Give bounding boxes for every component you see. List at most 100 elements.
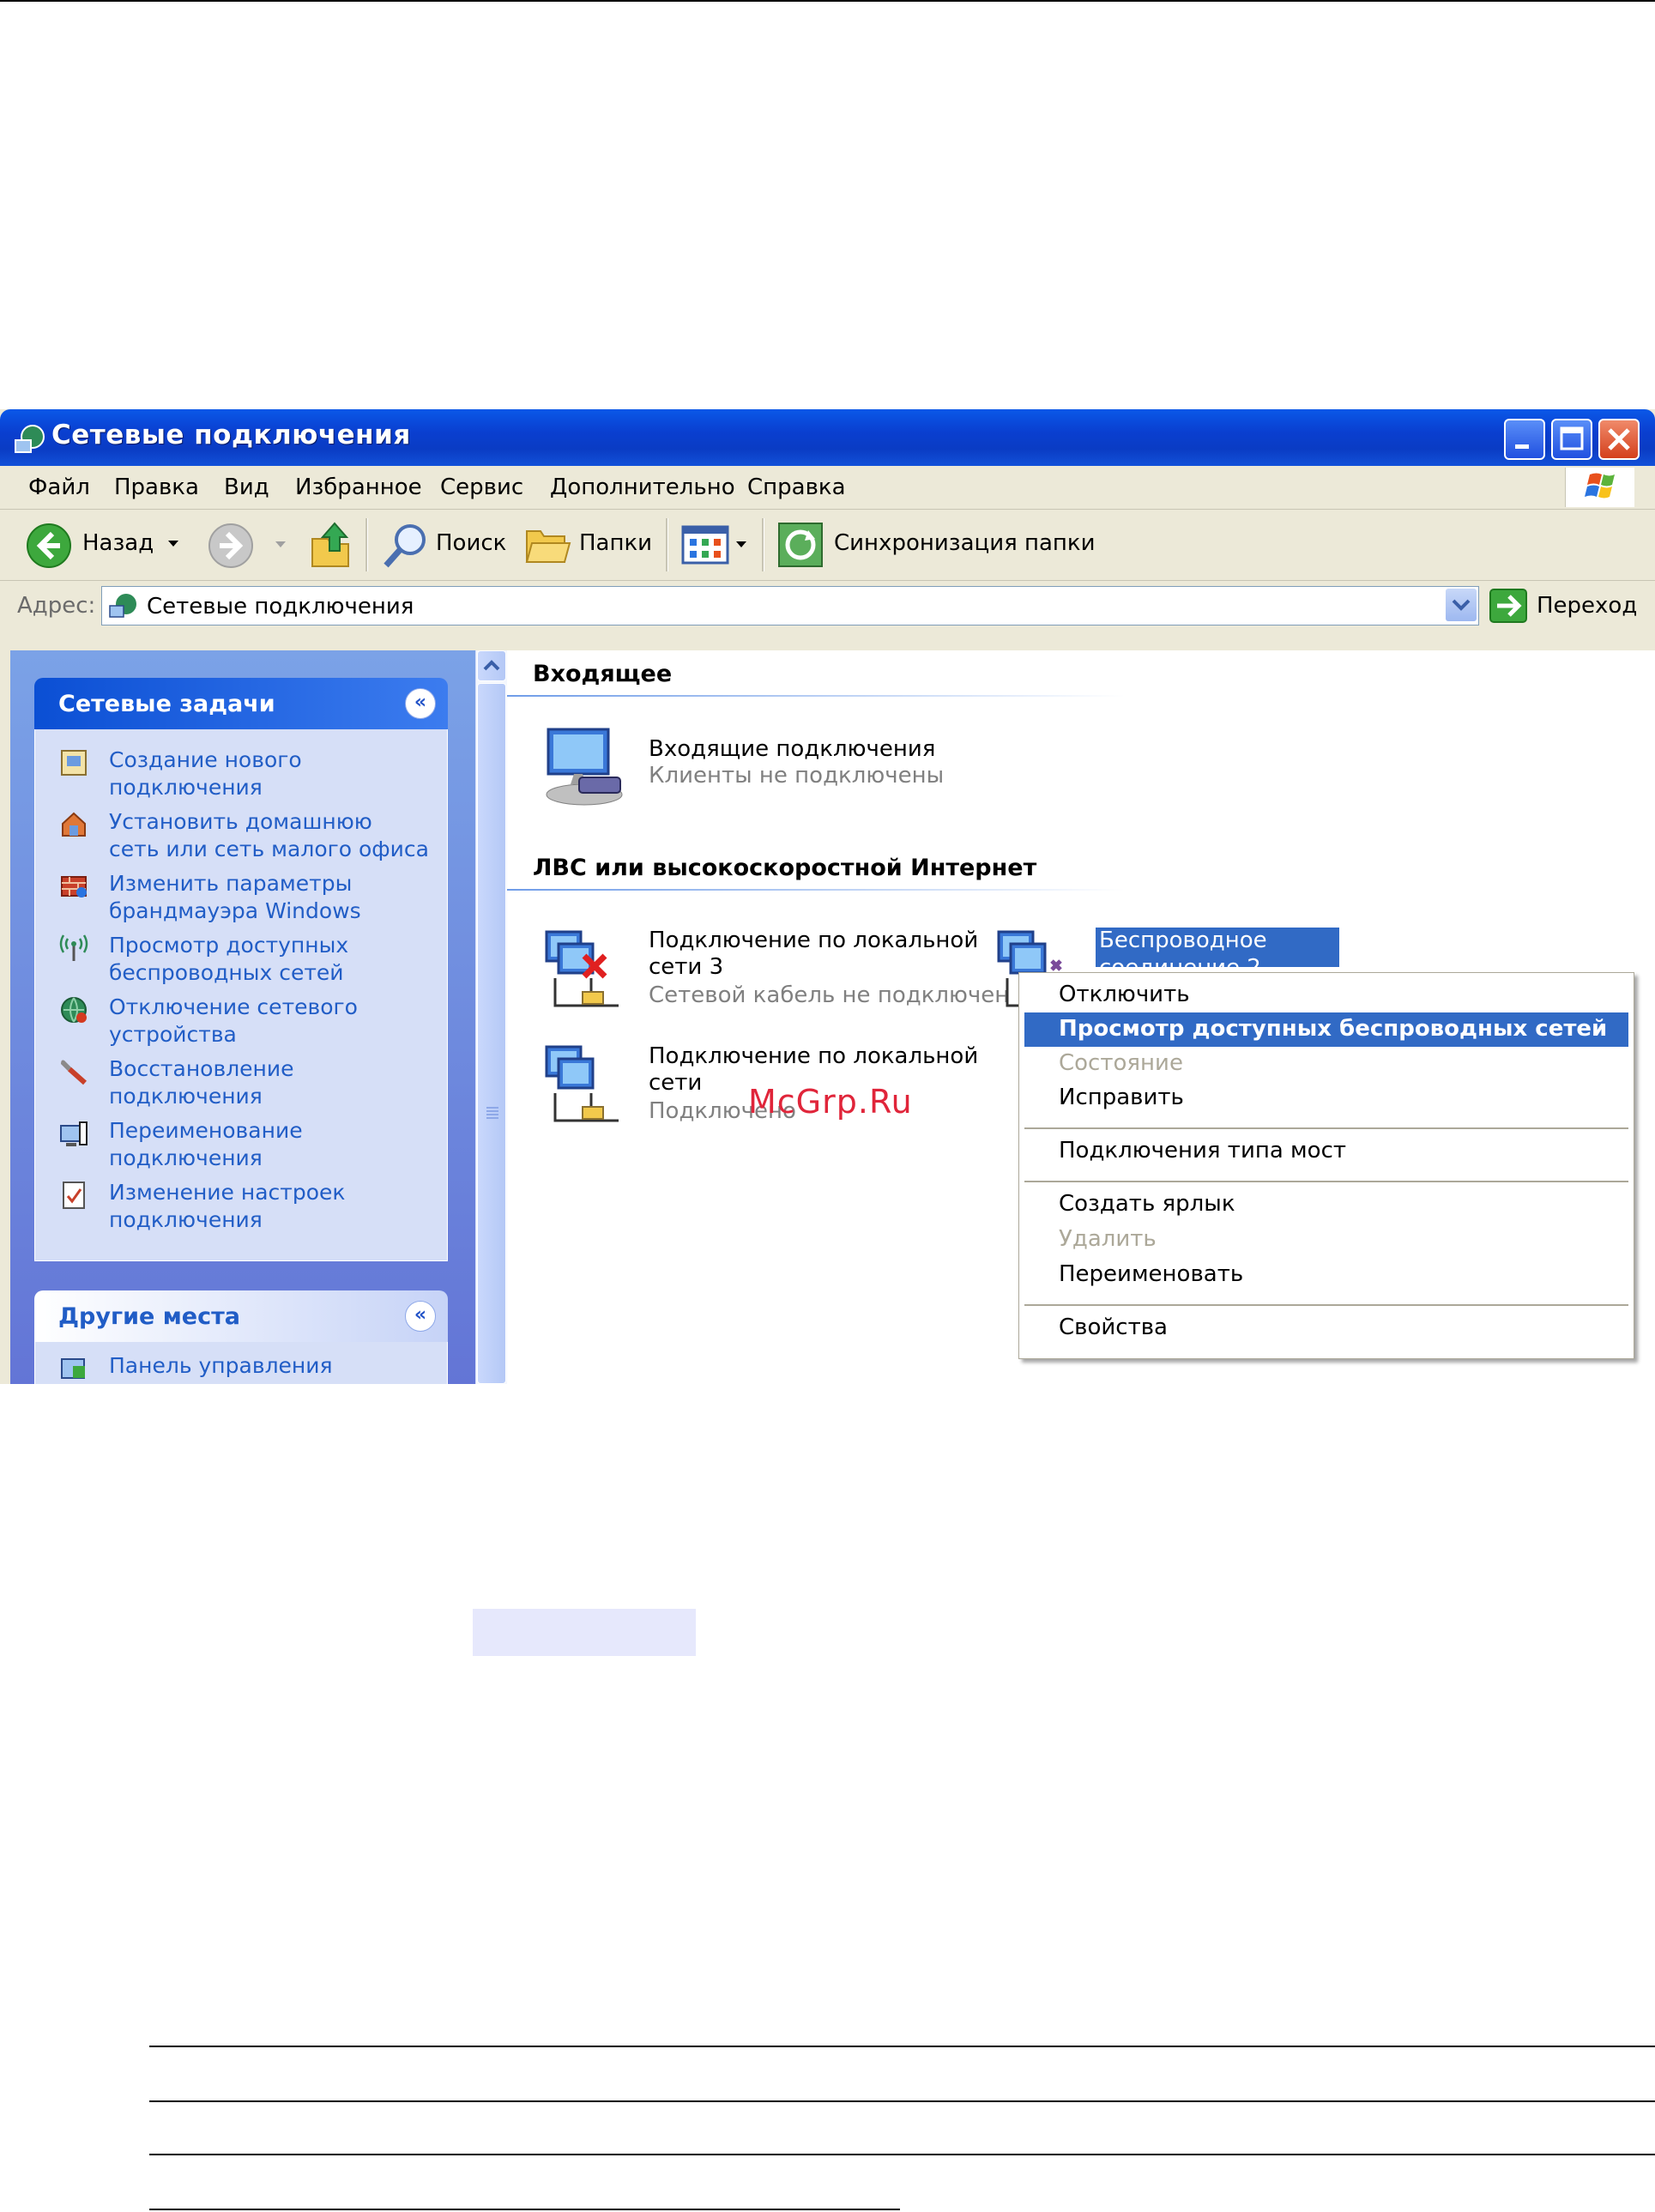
wireless-connection-title-line2[interactable]: соединение 2 — [1096, 955, 1339, 967]
back-button[interactable]: Назад — [82, 530, 154, 556]
standard-toolbar: Назад Поиск Папки Синхронизация папки — [0, 510, 1655, 581]
task-link-line[interactable]: Восстановление — [109, 1055, 444, 1083]
toolbar-separator — [762, 518, 764, 571]
firewall-icon — [61, 876, 87, 897]
task-link-line[interactable]: Отключение сетевого — [109, 994, 444, 1021]
minimize-icon — [1515, 444, 1529, 449]
wireless-antenna-icon — [59, 934, 88, 961]
scroll-thumb[interactable] — [477, 683, 506, 1384]
menu-favorites[interactable]: Избранное — [295, 474, 422, 500]
ctx-properties[interactable]: Свойства — [1019, 1311, 1634, 1345]
task-link-line[interactable]: брандмауэра Windows — [109, 897, 444, 925]
network-tasks-header[interactable]: Сетевые задачи « — [34, 678, 448, 729]
task-link-line[interactable]: Установить домашнюю — [109, 808, 444, 836]
maximize-icon — [1560, 426, 1584, 450]
go-button[interactable]: Переход — [1537, 593, 1637, 619]
task-link-line[interactable]: устройства — [109, 1021, 444, 1049]
folders-icon[interactable] — [523, 523, 573, 567]
window-title: Сетевые подключения — [51, 420, 411, 450]
lan-title-line[interactable]: Подключение по локальной — [649, 1043, 978, 1070]
ctx-view-wireless-networks[interactable]: Просмотр доступных беспроводных сетей — [1024, 1012, 1628, 1047]
collapse-chevron-icon[interactable]: « — [405, 1301, 436, 1332]
menu-tools[interactable]: Сервис — [440, 474, 523, 500]
ctx-bridge-connections[interactable]: Подключения типа мост — [1019, 1134, 1634, 1169]
ctx-create-shortcut[interactable]: Создать ярлык — [1019, 1188, 1634, 1222]
lan-3-title[interactable]: Подключение по локальной сети 3 — [649, 928, 978, 981]
page-rule — [149, 2046, 1655, 2047]
new-connection-icon — [61, 750, 87, 776]
task-link-line[interactable]: подключения — [109, 1145, 444, 1172]
other-places-header[interactable]: Другие места « — [34, 1290, 448, 1342]
views-icon[interactable] — [681, 525, 729, 565]
incoming-connection-title[interactable]: Входящие подключения — [649, 736, 935, 763]
menu-bar: Файл Правка Вид Избранное Сервис Дополни… — [0, 466, 1655, 510]
task-link-line[interactable]: беспроводных сетей — [109, 959, 444, 987]
forward-arrow-icon[interactable] — [208, 523, 254, 569]
ctx-label: Свойства — [1059, 1315, 1168, 1340]
title-bar[interactable]: Сетевые подключения — [0, 409, 1655, 466]
menu-help[interactable]: Справка — [747, 474, 846, 500]
lan-connection-icon[interactable] — [540, 1042, 625, 1127]
maximize-button[interactable] — [1551, 419, 1592, 460]
task-link-line[interactable]: Изменение настроек — [109, 1179, 444, 1206]
address-input[interactable]: Сетевые подключения — [101, 586, 1479, 626]
close-button[interactable] — [1598, 419, 1640, 460]
ctx-repair[interactable]: Исправить — [1019, 1081, 1634, 1115]
lan-3-title-line[interactable]: сети 3 — [649, 954, 978, 981]
lan-3-title-line[interactable]: Подключение по локальной — [649, 928, 978, 954]
sync-folder-icon[interactable] — [776, 520, 825, 570]
ctx-rename[interactable]: Переименовать — [1019, 1258, 1634, 1292]
wireless-connection-title[interactable]: Беспроводное сетевое — [1096, 928, 1339, 955]
ctx-label: Создать ярлык — [1059, 1191, 1235, 1217]
minimize-button[interactable] — [1504, 419, 1545, 460]
ctx-label: Удалить — [1059, 1226, 1157, 1252]
task-link-line[interactable]: сеть или сеть малого офиса — [109, 836, 444, 863]
menu-edit[interactable]: Правка — [114, 474, 199, 500]
ctx-label: Исправить — [1059, 1085, 1184, 1110]
lan-3-status: Сетевой кабель не подключен — [649, 982, 1010, 1008]
task-link-line[interactable]: Панель управления — [109, 1352, 444, 1380]
task-link-line[interactable]: Просмотр доступных — [109, 932, 444, 959]
menu-file[interactable]: Файл — [28, 474, 90, 500]
forward-dropdown-icon[interactable] — [275, 541, 287, 549]
other-places-body: Панель управления — [34, 1342, 448, 1384]
task-link-line[interactable]: подключения — [109, 1083, 444, 1110]
sync-button[interactable]: Синхронизация папки — [834, 530, 1096, 556]
views-dropdown-icon[interactable] — [734, 540, 748, 550]
lan-3-connection-icon[interactable] — [540, 927, 625, 1012]
vertical-scrollbar[interactable] — [475, 650, 507, 1384]
scroll-up-button[interactable] — [477, 650, 506, 681]
toolbar-separator — [365, 518, 368, 571]
network-tasks-group: Сетевые задачи « Создание нового подключе… — [34, 678, 448, 1261]
network-connections-icon — [109, 594, 136, 618]
ctx-separator — [1024, 1127, 1628, 1129]
ctx-disconnect[interactable]: Отключить — [1019, 978, 1634, 1012]
section-lan-header: ЛВС или высокоскоростной Интернет — [533, 855, 1037, 881]
highlight-box — [473, 1609, 696, 1656]
task-link-line[interactable]: подключения — [109, 774, 444, 801]
task-link-line[interactable]: Изменить параметры — [109, 870, 444, 897]
collapse-chevron-icon[interactable]: « — [405, 688, 436, 719]
page-rule — [149, 2100, 1655, 2102]
back-arrow-icon[interactable] — [26, 523, 72, 569]
toolbar-separator — [666, 518, 668, 571]
search-icon[interactable] — [381, 521, 431, 571]
address-bar: Адрес: Сетевые подключения Переход — [0, 581, 1655, 629]
address-label: Адрес: — [17, 593, 96, 619]
other-places-title: Другие места — [58, 1303, 240, 1330]
back-dropdown-icon[interactable] — [166, 539, 180, 549]
address-dropdown-button[interactable] — [1446, 589, 1477, 621]
home-network-icon — [62, 812, 86, 837]
network-connections-icon — [15, 425, 45, 453]
menu-view[interactable]: Вид — [224, 474, 269, 500]
task-link-line[interactable]: Создание нового — [109, 746, 444, 774]
search-button[interactable]: Поиск — [436, 530, 506, 556]
task-link-line[interactable]: Переименование — [109, 1117, 444, 1145]
incoming-connection-icon[interactable] — [540, 724, 625, 810]
ctx-label: Подключения типа мост — [1059, 1138, 1347, 1163]
up-folder-icon[interactable] — [309, 520, 355, 570]
folders-button[interactable]: Папки — [579, 530, 652, 556]
go-arrow-icon[interactable] — [1489, 588, 1528, 624]
task-link-line[interactable]: подключения — [109, 1206, 444, 1234]
menu-advanced[interactable]: Дополнительно — [550, 474, 735, 500]
